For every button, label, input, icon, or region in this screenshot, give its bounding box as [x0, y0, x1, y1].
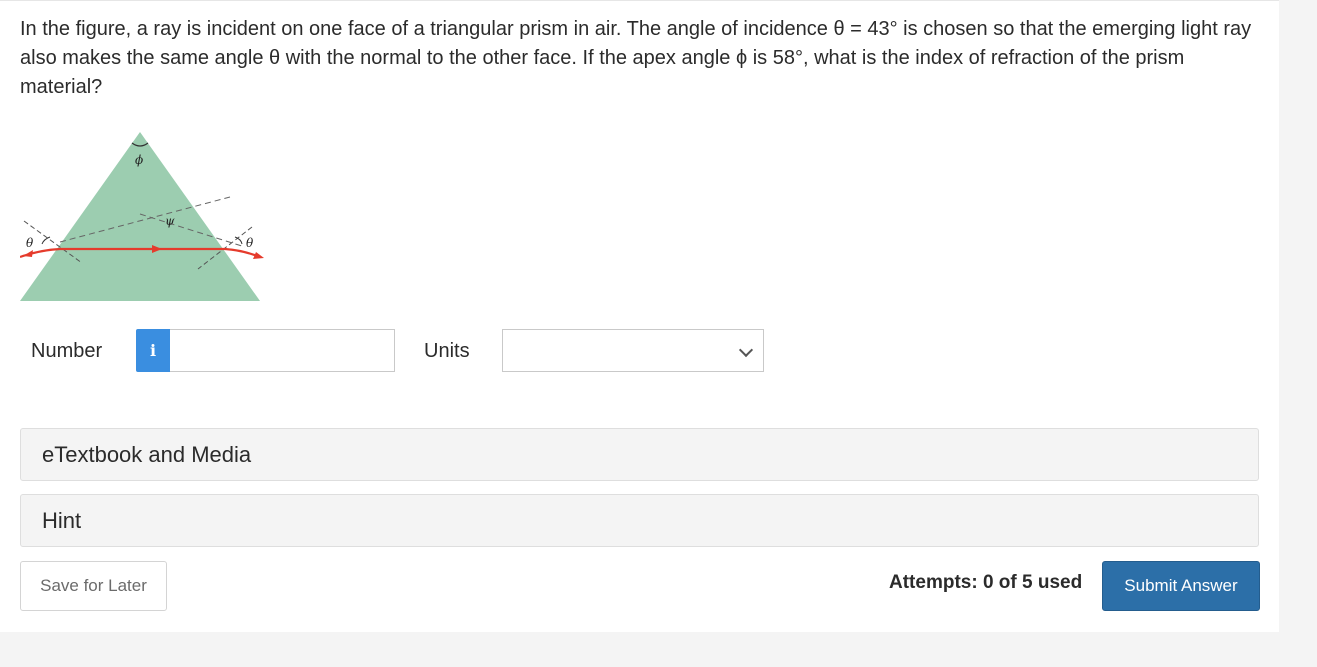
units-label: Units — [424, 340, 470, 362]
etextbook-panel[interactable]: eTextbook and Media — [20, 428, 1259, 481]
theta-right-label: θ — [246, 236, 254, 250]
psi-label: ψ — [165, 214, 175, 228]
hint-label: Hint — [42, 508, 82, 533]
ray-arrow-in — [23, 250, 33, 257]
theta-left-label: θ — [26, 236, 34, 250]
hint-panel[interactable]: Hint — [20, 494, 1259, 547]
units-dropdown[interactable] — [502, 329, 764, 372]
attempts-counter: Attempts: 0 of 5 used — [889, 572, 1083, 593]
theta-left-arc — [41, 236, 51, 245]
number-label: Number — [31, 340, 103, 362]
info-icon[interactable]: i — [136, 329, 170, 372]
number-input[interactable] — [170, 329, 395, 372]
question-text: In the figure, a ray is incident on one … — [20, 18, 1252, 98]
etextbook-label: eTextbook and Media — [42, 442, 252, 467]
save-for-later-button[interactable]: Save for Later — [20, 561, 167, 611]
prism-diagram: ϕ ψ θ θ — [19, 132, 264, 301]
prism-figure: ϕ ψ θ θ — [19, 129, 265, 310]
chevron-down-icon — [738, 342, 754, 358]
ray-arrow-out — [253, 252, 264, 259]
submit-answer-button[interactable]: Submit Answer — [1102, 561, 1260, 611]
phi-label: ϕ — [135, 153, 143, 167]
question-card: In the figure, a ray is incident on one … — [0, 0, 1279, 632]
